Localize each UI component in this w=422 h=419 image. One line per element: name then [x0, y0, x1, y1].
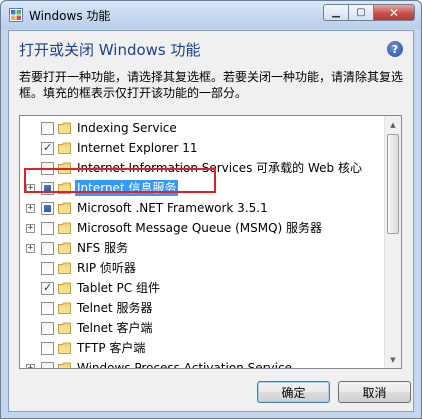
feature-row[interactable]: TFTP 客户端	[20, 338, 386, 358]
feature-row[interactable]: Tablet PC 组件	[20, 278, 386, 298]
expand-icon[interactable]: +	[26, 184, 35, 193]
folder-icon	[58, 142, 71, 154]
expand-icon[interactable]: +	[26, 224, 35, 233]
feature-label[interactable]: Internet Information Services 可承载的 Web 核…	[75, 160, 364, 176]
expand-icon[interactable]: +	[26, 244, 35, 253]
cancel-button[interactable]: 取消	[338, 381, 411, 403]
window-controls: ▁ ▢ ✕	[323, 4, 415, 22]
minimize-button[interactable]: ▁	[323, 4, 349, 21]
feature-checkbox[interactable]	[41, 362, 54, 368]
folder-icon	[58, 342, 71, 354]
close-button[interactable]: ✕	[373, 4, 415, 21]
folder-icon	[58, 182, 71, 194]
feature-checkbox[interactable]	[41, 162, 54, 175]
folder-icon	[58, 122, 71, 134]
feature-label[interactable]: RIP 侦听器	[75, 260, 138, 276]
ok-button[interactable]: 确定	[257, 381, 330, 403]
feature-row[interactable]: + Microsoft Message Queue (MSMQ) 服务器	[20, 218, 386, 238]
expand-icon[interactable]: +	[26, 364, 35, 368]
feature-row[interactable]: + NFS 服务	[20, 238, 386, 258]
folder-icon	[58, 262, 71, 274]
window-title: Windows 功能	[29, 9, 111, 23]
feature-label[interactable]: Microsoft Message Queue (MSMQ) 服务器	[75, 220, 324, 236]
expand-icon[interactable]: +	[26, 204, 35, 213]
title-bar[interactable]: Windows 功能 ▁ ▢ ✕	[1, 1, 421, 29]
feature-label[interactable]: Windows Process Activation Service	[75, 360, 294, 368]
feature-label[interactable]: Telnet 客户端	[75, 320, 155, 336]
folder-icon	[58, 162, 71, 174]
folder-icon	[58, 242, 71, 254]
folder-icon	[58, 302, 71, 314]
dialog-body: 打开或关闭 Windows 功能 ? 若要打开一种功能，请选择其复选框。若要关闭…	[8, 30, 414, 412]
feature-label[interactable]: Telnet 服务器	[75, 300, 155, 316]
feature-checkbox[interactable]	[41, 202, 54, 215]
windows-features-icon	[9, 8, 23, 22]
feature-label[interactable]: NFS 服务	[75, 240, 130, 256]
feature-row[interactable]: + Microsoft .NET Framework 3.5.1	[20, 198, 386, 218]
feature-label[interactable]: Internet Explorer 11	[75, 140, 200, 156]
folder-icon	[58, 282, 71, 294]
feature-checkbox[interactable]	[41, 122, 54, 135]
features-list: Indexing Service Internet Explorer 11 Inte…	[20, 118, 386, 368]
maximize-button[interactable]: ▢	[348, 4, 374, 21]
feature-checkbox[interactable]	[41, 302, 54, 315]
feature-label[interactable]: Internet 信息服务	[75, 180, 179, 196]
instructions-text: 若要打开一种功能，请选择其复选框。若要关闭一种功能，请清除其复选框。填充的框表示…	[19, 70, 404, 100]
feature-checkbox[interactable]	[41, 342, 54, 355]
feature-row[interactable]: Internet Information Services 可承载的 Web 核…	[20, 158, 386, 178]
folder-icon	[58, 322, 71, 334]
feature-row[interactable]: Telnet 服务器	[20, 298, 386, 318]
feature-label[interactable]: Microsoft .NET Framework 3.5.1	[75, 200, 270, 216]
feature-checkbox[interactable]	[41, 281, 54, 295]
feature-checkbox[interactable]	[41, 322, 54, 335]
feature-row[interactable]: Internet Explorer 11	[20, 138, 386, 158]
page-title: 打开或关闭 Windows 功能	[19, 41, 201, 59]
feature-label[interactable]: Tablet PC 组件	[75, 280, 162, 296]
feature-row[interactable]: + Windows Process Activation Service	[20, 358, 386, 368]
features-tree[interactable]: Indexing Service Internet Explorer 11 Inte…	[19, 115, 402, 369]
feature-row[interactable]: Telnet 客户端	[20, 318, 386, 338]
scroll-down-arrow-icon[interactable]: ▼	[385, 351, 401, 368]
feature-checkbox[interactable]	[41, 141, 54, 155]
scroll-up-arrow-icon[interactable]: ▲	[385, 116, 401, 133]
feature-checkbox[interactable]	[41, 222, 54, 235]
vertical-scrollbar[interactable]: ▲ ▼	[384, 116, 401, 368]
feature-label[interactable]: TFTP 客户端	[75, 340, 147, 356]
feature-checkbox[interactable]	[41, 182, 54, 195]
folder-icon	[58, 222, 71, 234]
help-icon[interactable]: ?	[387, 41, 403, 57]
folder-icon	[58, 202, 71, 214]
feature-row[interactable]: Indexing Service	[20, 118, 386, 138]
feature-row[interactable]: + Internet 信息服务	[20, 178, 386, 198]
feature-row[interactable]: RIP 侦听器	[20, 258, 386, 278]
folder-icon	[58, 362, 71, 368]
feature-checkbox[interactable]	[41, 262, 54, 275]
feature-label[interactable]: Indexing Service	[75, 120, 179, 136]
scrollbar-thumb[interactable]	[387, 134, 399, 234]
windows-features-dialog: Windows 功能 ▁ ▢ ✕ 打开或关闭 Windows 功能 ? 若要打开…	[0, 0, 422, 419]
feature-checkbox[interactable]	[41, 242, 54, 255]
